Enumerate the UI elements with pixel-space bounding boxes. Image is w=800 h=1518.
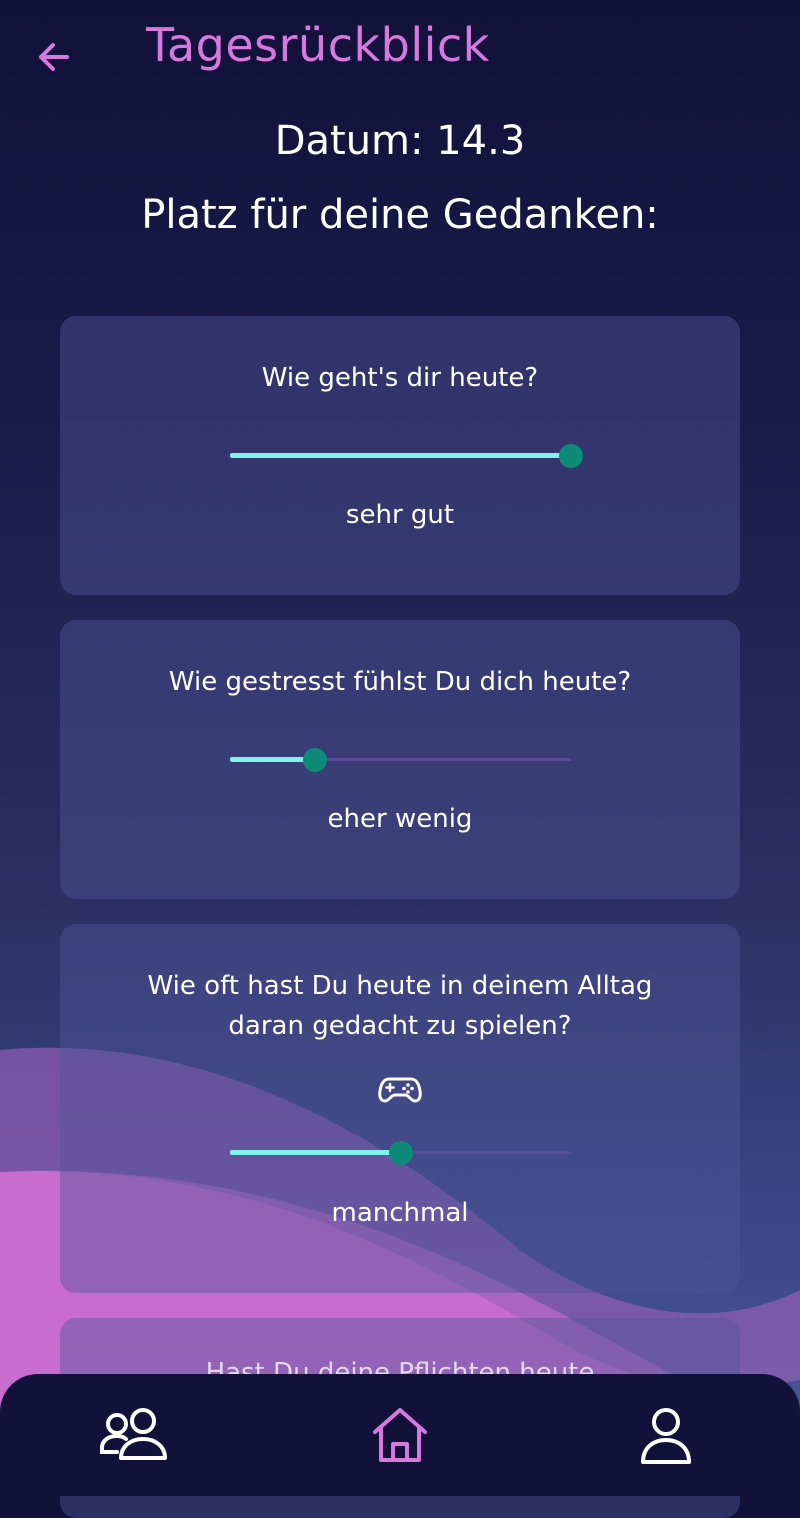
- gamepad-icon: [378, 1077, 422, 1103]
- card-answer: eher wenig: [327, 804, 473, 834]
- nav-community-button[interactable]: [97, 1404, 171, 1468]
- stress-slider[interactable]: [230, 748, 571, 772]
- slider-thumb[interactable]: [303, 748, 327, 772]
- nav-home-button[interactable]: [363, 1404, 437, 1468]
- card-question: Wie geht's dir heute?: [261, 363, 539, 393]
- arrow-left-icon: [39, 43, 69, 71]
- card-answer: sehr gut: [345, 500, 455, 530]
- profile-icon: [641, 1408, 691, 1464]
- app-header: Tagesrückblick: [0, 0, 800, 110]
- slider-fill: [230, 1150, 401, 1155]
- bottom-navigation: [0, 1374, 800, 1496]
- community-icon: [100, 1408, 167, 1460]
- subtitle: Platz für deine Gedanken:: [141, 192, 659, 238]
- card-answer: manchmal: [331, 1198, 469, 1228]
- question-card-gaming: Wie oft hast Du heute in deinem Alltag d…: [60, 924, 740, 1293]
- mood-slider[interactable]: [230, 444, 583, 468]
- page-title: Tagesrückblick: [146, 18, 490, 72]
- nav-profile-button[interactable]: [629, 1404, 703, 1468]
- gaming-thoughts-slider[interactable]: [230, 1141, 571, 1165]
- slider-thumb[interactable]: [559, 444, 583, 468]
- question-card-stress: Wie gestresst fühlst Du dich heute? eher…: [60, 620, 740, 899]
- date-label: Datum: 14.3: [274, 118, 526, 164]
- question-card-mood: Wie geht's dir heute? sehr gut: [60, 316, 740, 595]
- slider-fill: [230, 453, 571, 458]
- home-icon: [373, 1408, 427, 1462]
- slider-thumb[interactable]: [389, 1141, 413, 1165]
- card-question-line1: Wie oft hast Du heute in deinem Alltag: [147, 971, 653, 1001]
- back-button[interactable]: [28, 32, 78, 82]
- card-question: Wie gestresst fühlst Du dich heute?: [168, 667, 632, 697]
- card-question-line2: daran gedacht zu spielen?: [228, 1011, 572, 1041]
